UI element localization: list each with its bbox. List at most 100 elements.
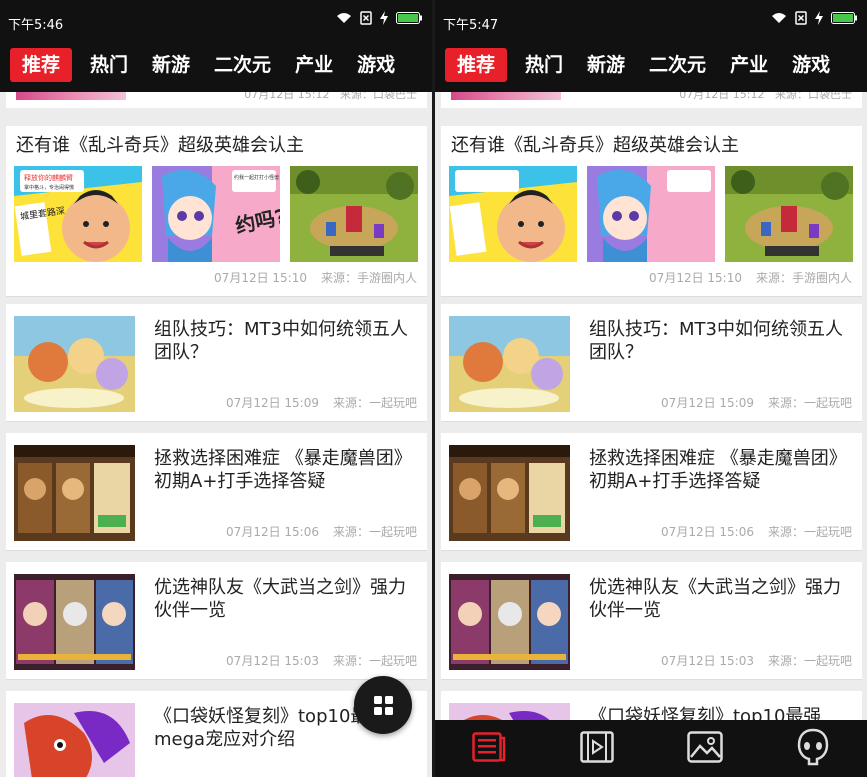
- bottom-navigation: [435, 720, 867, 777]
- no-sim-icon: [795, 11, 807, 25]
- article-source: 来源：一起玩吧: [767, 396, 852, 410]
- article-title: 优选神队友《大武当之剑》强力伙伴一览: [154, 577, 406, 621]
- no-sim-icon: [360, 11, 372, 25]
- article-thumbnail: [14, 574, 135, 670]
- list-item[interactable]: 还有谁《乱斗奇兵》超级英雄会认主 07月12日 15:10 来源：手游圈内人: [441, 126, 862, 297]
- status-time: 下午5:46: [8, 18, 64, 33]
- list-item[interactable]: 优选神队友《大武当之剑》强力伙伴一览 07月12日 15:03 来源：一起玩吧: [441, 562, 862, 680]
- charging-icon: [815, 11, 823, 25]
- article-meta: 07月12日 15:06 来源：一起玩吧: [226, 523, 417, 540]
- article-source: 来源：一起玩吧: [332, 654, 417, 668]
- grid-icon: [373, 695, 393, 715]
- article-meta: 07月12日 15:03 来源：一起玩吧: [661, 652, 852, 669]
- article-meta: 07月12日 15:09 来源：一起玩吧: [226, 394, 417, 411]
- tab-hot[interactable]: 热门: [78, 48, 140, 82]
- status-icons: [771, 11, 857, 25]
- article-date: 07月12日 15:06: [226, 525, 319, 539]
- phone-screen-right: 下午5:47 推荐 热门 新游 二次元 产业 游戏 07月12日 15:12 来…: [435, 0, 867, 777]
- list-item[interactable]: 还有谁《乱斗奇兵》超级英雄会认主 释放你的麒麟臂 掌中格斗，专治闹得慌 城里套路…: [6, 126, 427, 297]
- article-image: 约我一起打打小怪兽 约吗?: [152, 166, 280, 262]
- list-item-partial[interactable]: 07月12日 15:12 来源：口袋巴士: [6, 92, 427, 108]
- status-bar: 下午5:47: [435, 0, 867, 38]
- wifi-icon: [771, 12, 787, 24]
- article-meta: 07月12日 15:09 来源：一起玩吧: [661, 394, 852, 411]
- article-source: 来源：一起玩吧: [767, 525, 852, 539]
- article-source: 来源：一起玩吧: [767, 654, 852, 668]
- phone-screen-left: 下午5:46 推荐 热门 新游 二次元 产业 游戏 07月12日 15:12 来…: [0, 0, 432, 777]
- tab-recommended[interactable]: 推荐: [445, 48, 508, 82]
- tab-recommended[interactable]: 推荐: [10, 48, 73, 82]
- article-meta: 07月12日 15:06 来源：一起玩吧: [661, 523, 852, 540]
- tab-industry[interactable]: 产业: [718, 48, 780, 82]
- tab-games[interactable]: 游戏: [780, 48, 842, 82]
- nav-video-button[interactable]: [573, 725, 621, 773]
- list-item[interactable]: 组队技巧：MT3中如何统领五人团队？ 07月12日 15:09 来源：一起玩吧: [6, 304, 427, 422]
- character-icon: [797, 728, 829, 770]
- news-icon: [472, 731, 506, 766]
- article-title: 优选神队友《大武当之剑》强力伙伴一览: [589, 577, 841, 621]
- list-item[interactable]: 组队技巧：MT3中如何统领五人团队？ 07月12日 15:09 来源：一起玩吧: [441, 304, 862, 422]
- article-thumbnail: [449, 574, 570, 670]
- article-meta: 07月12日 15:12 来源：口袋巴士: [244, 92, 417, 101]
- article-meta: 07月12日 15:03 来源：一起玩吧: [226, 652, 417, 669]
- tab-new-games[interactable]: 新游: [140, 48, 202, 82]
- article-source: 来源：手游圈内人: [755, 271, 852, 285]
- article-title: 拯救选择困难症 《暴走魔兽团》初期A+打手选择答疑: [589, 448, 847, 492]
- battery-icon: [396, 12, 422, 24]
- article-thumbnail: [16, 92, 126, 100]
- article-date: 07月12日 15:09: [226, 396, 319, 410]
- article-title: 还有谁《乱斗奇兵》超级英雄会认主: [451, 135, 739, 156]
- list-item[interactable]: 优选神队友《大武当之剑》强力伙伴一览 07月12日 15:03 来源：一起玩吧: [6, 562, 427, 680]
- article-thumbnail: [14, 703, 135, 777]
- news-feed[interactable]: 07月12日 15:12 来源：口袋巴士 还有谁《乱斗奇兵》超级英雄会认主 释放…: [0, 92, 432, 777]
- tab-industry[interactable]: 产业: [283, 48, 345, 82]
- article-date: 07月12日 15:03: [661, 654, 754, 668]
- article-date: 07月12日 15:10: [649, 271, 742, 285]
- image-text: 掌中格斗，专治闹得慌: [24, 184, 74, 191]
- category-tabbar: 推荐 热门 新游 二次元 产业 游戏: [0, 38, 432, 92]
- category-tabbar: 推荐 热门 新游 二次元 产业 游戏: [435, 38, 867, 92]
- tab-games[interactable]: 游戏: [345, 48, 407, 82]
- article-thumbnail: [14, 316, 135, 412]
- tab-acg[interactable]: 二次元: [637, 48, 718, 82]
- list-item[interactable]: 拯救选择困难症 《暴走魔兽团》初期A+打手选择答疑 07月12日 15:06 来源…: [6, 433, 427, 551]
- list-item-partial[interactable]: 07月12日 15:12 来源：口袋巴士: [441, 92, 862, 108]
- charging-icon: [380, 11, 388, 25]
- article-thumbnail: [14, 445, 135, 541]
- wifi-icon: [336, 12, 352, 24]
- article-date: 07月12日 15:06: [661, 525, 754, 539]
- nav-gallery-button[interactable]: [681, 725, 729, 773]
- article-title: 组队技巧：MT3中如何统领五人团队？: [154, 319, 408, 363]
- battery-icon: [831, 12, 857, 24]
- article-thumbnail: [449, 316, 570, 412]
- tab-hot[interactable]: 热门: [513, 48, 575, 82]
- status-icons: [336, 11, 422, 25]
- article-thumbnail: [451, 92, 561, 100]
- article-title: 还有谁《乱斗奇兵》超级英雄会认主: [16, 135, 304, 156]
- article-meta: 07月12日 15:10 来源：手游圈内人: [649, 269, 852, 286]
- article-meta: 07月12日 15:12 来源：口袋巴士: [679, 92, 852, 101]
- list-item[interactable]: 拯救选择困难症 《暴走魔兽团》初期A+打手选择答疑 07月12日 15:06 来源…: [441, 433, 862, 551]
- nav-profile-button[interactable]: [789, 725, 837, 773]
- article-source: 来源：一起玩吧: [332, 525, 417, 539]
- image-text: 释放你的麒麟臂: [24, 173, 73, 182]
- article-image: [725, 166, 853, 262]
- article-image: 释放你的麒麟臂 掌中格斗，专治闹得慌 城里套路深: [14, 166, 142, 262]
- article-meta: 07月12日 15:10 来源：手游圈内人: [214, 269, 417, 286]
- tab-acg[interactable]: 二次元: [202, 48, 283, 82]
- image-text: 约我一起打打小怪兽: [234, 174, 279, 181]
- category-grid-button[interactable]: [354, 676, 412, 734]
- gallery-icon: [687, 730, 723, 767]
- article-source: 来源：手游圈内人: [320, 271, 417, 285]
- article-source: 来源：一起玩吧: [332, 396, 417, 410]
- status-bar: 下午5:46: [0, 0, 432, 38]
- article-date: 07月12日 15:10: [214, 271, 307, 285]
- nav-news-button[interactable]: [465, 725, 513, 773]
- article-date: 07月12日 15:03: [226, 654, 319, 668]
- article-image: [587, 166, 715, 262]
- article-title: 拯救选择困难症 《暴走魔兽团》初期A+打手选择答疑: [154, 448, 412, 492]
- article-image: [290, 166, 418, 262]
- tab-new-games[interactable]: 新游: [575, 48, 637, 82]
- news-feed[interactable]: 07月12日 15:12 来源：口袋巴士 还有谁《乱斗奇兵》超级英雄会认主 07…: [435, 92, 867, 777]
- status-time: 下午5:47: [443, 18, 499, 33]
